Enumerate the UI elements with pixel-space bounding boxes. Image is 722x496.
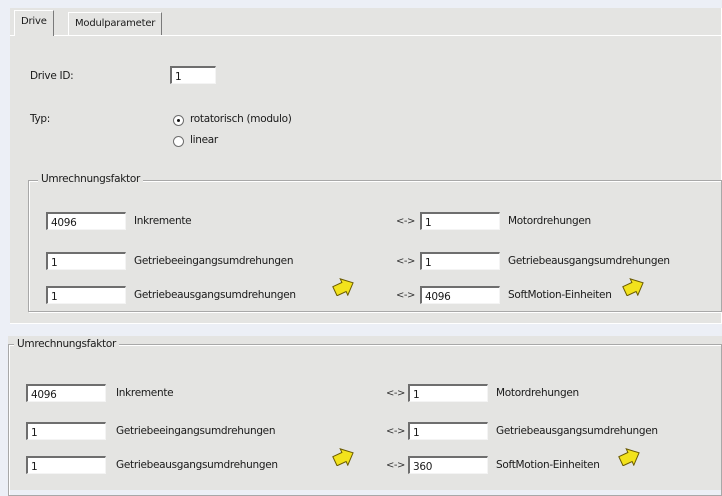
bottom-row3-left-field[interactable]: 1 <box>26 456 106 474</box>
pointer-icon <box>618 448 640 466</box>
tab-strip: Drive Modulparameter <box>10 8 722 36</box>
bottom-row1-left-label: Inkremente <box>116 387 174 399</box>
top-row3-right-label: SoftMotion-Einheiten <box>508 289 612 301</box>
bottom-row1-right-label: Motordrehungen <box>496 387 579 399</box>
drive-id-field[interactable]: 1 <box>170 66 216 84</box>
top-row1-right-label: Motordrehungen <box>508 215 591 227</box>
radio-rotatorisch-label: rotatorisch (modulo) <box>190 113 292 125</box>
top-row1-arrow: <-> <box>396 216 415 227</box>
top-row3-arrow: <-> <box>396 290 415 301</box>
group-title-bottom: Umrechnungsfaktor <box>14 338 119 350</box>
bottom-row2-left-field[interactable]: 1 <box>26 422 106 440</box>
top-row1-left-field[interactable]: 4096 <box>46 212 126 230</box>
bottom-row3-right-field[interactable]: 360 <box>408 456 488 474</box>
top-row2-right-label: Getriebeausgangsumdrehungen <box>508 255 670 267</box>
radio-rotatorisch[interactable] <box>173 115 184 126</box>
bottom-row3-right-label: SoftMotion-Einheiten <box>496 459 600 471</box>
top-row3-right-field[interactable]: 4096 <box>420 286 500 304</box>
top-row2-arrow: <-> <box>396 256 415 267</box>
drive-settings-panel: Drive Modulparameter Drive ID: 1 Typ: ro… <box>10 8 722 324</box>
pointer-icon <box>332 448 354 466</box>
bottom-row2-arrow: <-> <box>386 426 405 437</box>
drive-id-label: Drive ID: <box>30 70 74 82</box>
typ-label: Typ: <box>30 113 50 125</box>
group-title-top: Umrechnungsfaktor <box>38 173 143 185</box>
radio-linear-label: linear <box>190 134 218 146</box>
bottom-row1-right-field[interactable]: 1 <box>408 384 488 402</box>
bottom-row2-right-field[interactable]: 1 <box>408 422 488 440</box>
conversion-factor-group-top <box>28 180 722 312</box>
radio-selected-dot <box>177 119 180 122</box>
pointer-icon <box>332 278 354 296</box>
bottom-row1-arrow: <-> <box>386 388 405 399</box>
conversion-factor-group-bottom <box>8 344 722 496</box>
bottom-row2-left-label: Getriebeeingangsumdrehungen <box>116 425 276 437</box>
top-row1-right-field[interactable]: 1 <box>420 212 500 230</box>
top-row3-left-label: Getriebeausgangsumdrehungen <box>134 289 296 301</box>
conversion-panel-bottom: Umrechnungsfaktor 4096 Inkremente <-> 1 … <box>8 336 722 496</box>
bottom-row3-left-label: Getriebeausgangsumdrehungen <box>116 459 278 471</box>
top-row3-left-field[interactable]: 1 <box>46 286 126 304</box>
tab-divider <box>10 35 722 36</box>
pointer-icon <box>622 278 644 296</box>
tab-drive[interactable]: Drive <box>14 10 54 36</box>
radio-linear[interactable] <box>173 136 184 147</box>
top-row2-left-label: Getriebeeingangsumdrehungen <box>134 255 294 267</box>
tab-modulparameter[interactable]: Modulparameter <box>68 12 163 35</box>
bottom-row3-arrow: <-> <box>386 460 405 471</box>
top-row2-left-field[interactable]: 1 <box>46 252 126 270</box>
bottom-row1-left-field[interactable]: 4096 <box>26 384 106 402</box>
bottom-row2-right-label: Getriebeausgangsumdrehungen <box>496 425 658 437</box>
top-row1-left-label: Inkremente <box>134 215 192 227</box>
top-row2-right-field[interactable]: 1 <box>420 252 500 270</box>
